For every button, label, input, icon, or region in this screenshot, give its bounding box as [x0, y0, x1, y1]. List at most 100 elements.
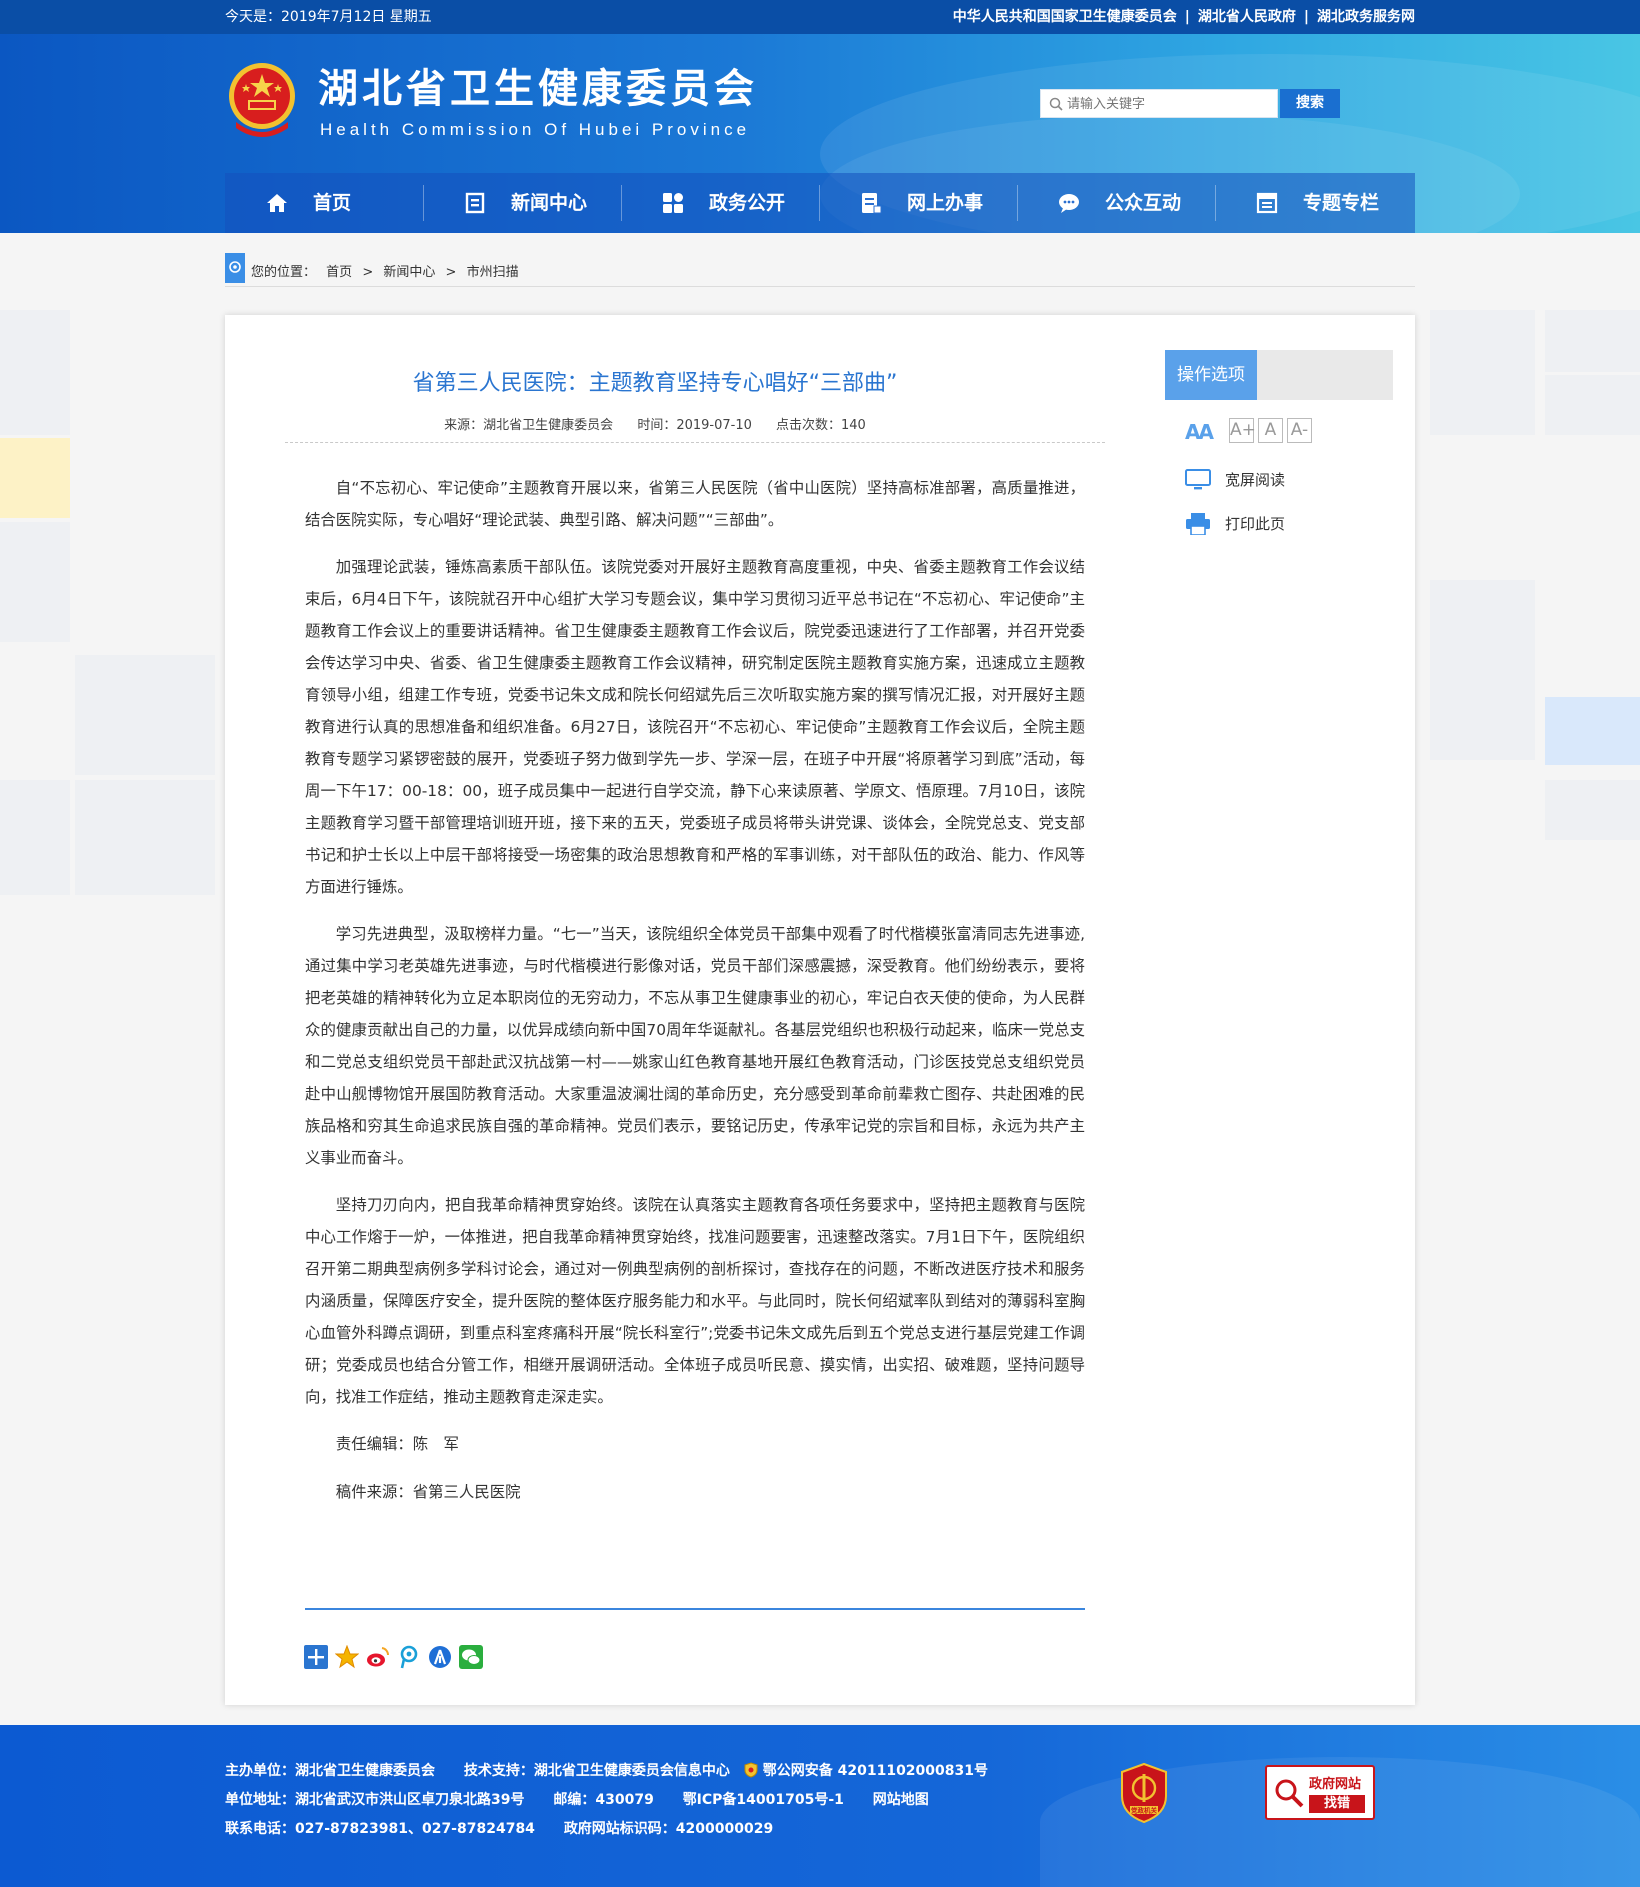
footer-postcode: 邮编：430079 [553, 1792, 654, 1808]
nav-label: 政务公开 [709, 192, 786, 214]
wechat-icon[interactable] [459, 1645, 483, 1669]
article-body: 自“不忘初心、牢记使命”主题教育开展以来，省第三人民医院（省中山医院）坚持高标准… [305, 472, 1085, 1524]
print-label: 打印此页 [1225, 515, 1286, 533]
breadcrumb-home[interactable]: 首页 [326, 265, 352, 280]
breadcrumb-news[interactable]: 新闻中心 [383, 265, 435, 280]
article-paragraph: 坚持刀刃向内，把自我革命精神贯穿始终。该院在认真落实主题教育各项任务要求中，坚持… [305, 1196, 1085, 1406]
breadcrumb-current[interactable]: 市州扫描 [467, 265, 519, 280]
article-manuscript-source: 稿件来源：省第三人民医院 [335, 1483, 521, 1501]
gov-site-error-report[interactable]: 政府网站 找错 [1265, 1765, 1375, 1820]
nav-label: 专题专栏 [1303, 192, 1380, 214]
article-meta: 来源：湖北省卫生健康委员会 时间：2019-07-10 点击次数：140 [285, 414, 1025, 433]
font-decrease-button[interactable]: A- [1287, 418, 1312, 443]
form-icon [862, 193, 882, 214]
article-source: 来源：湖北省卫生健康委员会 [444, 418, 614, 433]
grid-icon [663, 193, 683, 213]
link-hubei-gov[interactable]: 湖北省人民政府 [1198, 9, 1296, 25]
side-decor [0, 310, 70, 435]
gov-find-label: 找错 [1309, 1795, 1365, 1813]
footer-police-record[interactable]: 鄂公网安备 42011102000831号 [763, 1763, 988, 1779]
font-size-icon: AA [1185, 420, 1214, 444]
top-bar: 今天是：2019年7月12日 星期五 中华人民共和国国家卫生健康委员会 | 湖北省人… [0, 0, 1640, 34]
side-decor [0, 780, 70, 895]
news-icon [465, 192, 485, 214]
party-badge-text: 党政机关 [1131, 1806, 1158, 1815]
side-decor [1545, 780, 1640, 840]
options-title: 操作选项 [1165, 350, 1257, 400]
chat-icon [1059, 194, 1079, 213]
link-separator: | [1184, 9, 1190, 25]
article-paragraph: 自“不忘初心、牢记使命”主题教育开展以来，省第三人民医院（省中山医院）坚持高标准… [305, 479, 1085, 529]
home-icon [267, 194, 287, 212]
search-bar: 搜索 [1040, 89, 1340, 118]
renren-icon[interactable] [428, 1645, 452, 1669]
link-hubei-service[interactable]: 湖北政务服务网 [1317, 9, 1415, 25]
footer-icp[interactable]: 鄂ICP备14001705号-1 [683, 1792, 844, 1808]
footer-gov-code: 政府网站标识码：4200000029 [563, 1821, 774, 1837]
breadcrumb-separator: > [445, 265, 457, 280]
wide-read-label: 宽屏阅读 [1225, 471, 1286, 489]
share-more-icon[interactable] [304, 1645, 328, 1669]
site-footer: 主办单位：湖北省卫生健康委员会 技术支持：湖北省卫生健康委员会信息中心 鄂公网安… [0, 1725, 1640, 1887]
nav-label: 公众互动 [1105, 192, 1182, 214]
main-nav: 首页 新闻中心 政务公开 网上办事 公众互动 专题专栏 [225, 173, 1415, 233]
nav-gov-affairs[interactable]: 政务公开 [621, 173, 819, 233]
footer-line-3: 联系电话：027-87823981、027-87824784 政府网站标识码：4… [225, 1818, 797, 1838]
nav-home[interactable]: 首页 [225, 173, 423, 233]
tencent-icon[interactable] [397, 1645, 421, 1669]
font-default-button[interactable]: A [1258, 418, 1283, 443]
side-decor [0, 438, 70, 518]
link-separator: | [1303, 9, 1309, 25]
site-subtitle: Health Commission Of Hubei Province [320, 120, 751, 139]
nav-online-service[interactable]: 网上办事 [819, 173, 1017, 233]
article-card: 省第三人民医院：主题教育坚持专心唱好“三部曲” 来源：湖北省卫生健康委员会 时间… [225, 315, 1415, 1705]
printer-icon [1186, 513, 1210, 535]
search-icon [1049, 97, 1063, 111]
nav-interaction[interactable]: 公众互动 [1017, 173, 1215, 233]
link-nhc[interactable]: 中华人民共和国国家卫生健康委员会 [953, 9, 1177, 25]
font-increase-button[interactable]: A+ [1229, 418, 1256, 443]
breadcrumb-separator: > [362, 265, 374, 280]
location-pin-icon [225, 253, 245, 283]
nav-label: 新闻中心 [511, 192, 588, 214]
article-title: 省第三人民医院：主题教育坚持专心唱好“三部曲” [412, 371, 898, 396]
national-emblem-icon [229, 63, 295, 137]
article-paragraph: 学习先进典型，汲取榜样力量。“七一”当天，该院组织全体党员干部集中观看了时代楷模… [305, 925, 1085, 1167]
footer-phone: 联系电话：027-87823981、027-87824784 [225, 1821, 535, 1837]
site-title: 湖北省卫生健康委员会 [318, 66, 758, 112]
weibo-icon[interactable] [366, 1645, 390, 1669]
site-header: 湖北省卫生健康委员会 Health Commission Of Hubei Pr… [0, 34, 1640, 233]
side-decor [1545, 310, 1640, 372]
side-decor [1545, 375, 1640, 435]
column-icon [1256, 192, 1278, 214]
article-paragraph: 加强理论武装，锤炼高素质干部队伍。该院党委对开展好主题教育高度重视，中央、省委主… [305, 558, 1085, 896]
footer-line-2: 单位地址：湖北省武汉市洪山区卓刀泉北路39号 邮编：430079 鄂ICP备14… [225, 1789, 953, 1809]
nav-label: 网上办事 [907, 192, 984, 214]
breadcrumb-prefix: 您的位置： [251, 265, 317, 280]
search-box [1040, 89, 1278, 118]
footer-tech: 技术支持：湖北省卫生健康委员会信息中心 [463, 1763, 730, 1779]
breadcrumb: 您的位置： 首页 > 新闻中心 > 市州扫描 [225, 253, 1415, 287]
nav-news[interactable]: 新闻中心 [423, 173, 621, 233]
side-decor [0, 522, 70, 642]
article-time: 时间：2019-07-10 [637, 418, 752, 433]
search-button[interactable]: 搜索 [1280, 89, 1340, 118]
breadcrumb-text: 您的位置： 首页 > 新闻中心 > 市州扫描 [251, 261, 525, 280]
side-decor [1545, 697, 1640, 765]
police-badge-icon [744, 1762, 758, 1778]
side-decor [75, 780, 215, 895]
footer-line-1: 主办单位：湖北省卫生健康委员会 技术支持：湖北省卫生健康委员会信息中心 鄂公网安… [225, 1760, 1012, 1780]
article-bottom-rule [305, 1608, 1085, 1610]
search-input[interactable] [1067, 93, 1272, 115]
side-decor [1430, 580, 1535, 760]
party-government-badge-icon[interactable]: 党政机关 [1118, 1762, 1170, 1824]
article-editor: 责任编辑：陈 军 [335, 1435, 459, 1453]
top-links: 中华人民共和国国家卫生健康委员会 | 湖北省人民政府 | 湖北政务服务网 [953, 0, 1415, 34]
options-header: 操作选项 [1165, 350, 1393, 400]
footer-address: 单位地址：湖北省武汉市洪山区卓刀泉北路39号 [225, 1792, 525, 1808]
favorite-icon[interactable] [335, 1645, 359, 1669]
side-decor [1430, 310, 1535, 435]
footer-sitemap[interactable]: 网站地图 [873, 1792, 929, 1808]
nav-special-column[interactable]: 专题专栏 [1215, 173, 1413, 233]
magnifier-icon [1275, 1779, 1304, 1808]
